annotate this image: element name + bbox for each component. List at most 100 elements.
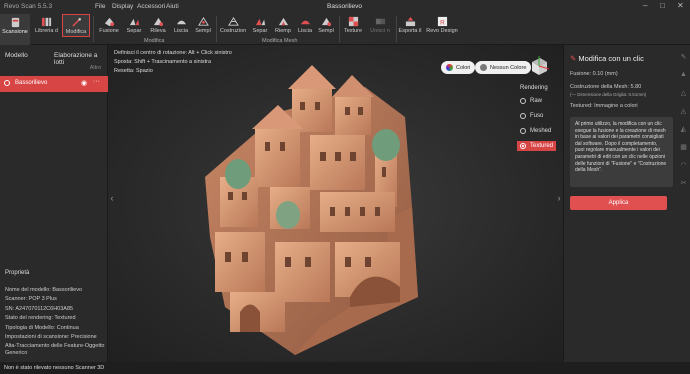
castle-model-render[interactable] [200,57,450,362]
group-label-modifica-mesh: Modifica Mesh [262,38,298,44]
3d-viewport[interactable]: Definisci il centro di rotazione: Alt + … [108,45,563,362]
maximize-icon[interactable]: □ [660,1,665,10]
fill-icon [278,17,288,26]
fusion-button[interactable]: Fusione [97,14,121,37]
simplify-label: Sempl [195,28,211,34]
simplify-button[interactable]: Sempl [193,14,213,37]
hint-reset: Resetta: Spazio [114,68,153,74]
status-text: Non è stato rilevato nessuno Scanner 3D [4,365,105,371]
separate-mesh-icon [255,18,265,26]
separate-label: Separ [126,28,142,34]
grid-size-value: (— Dimensione della Griglia: 0.51mm) [570,92,647,97]
revo-design-button[interactable]: R Revo Design [426,14,458,37]
one-click-title: ✎ Modifica con un clic [570,54,644,63]
app-name: Revo Scan 5.5.3 [4,3,53,10]
smooth-button[interactable]: Liscia [171,14,191,37]
one-click-edit-icon[interactable]: ✎ [677,53,690,66]
separate-mesh-label: Separ [252,28,268,34]
close-icon[interactable]: ✕ [677,1,684,10]
hint-rotation: Definisci il centro di rotazione: Alt + … [114,50,232,56]
collapse-left-icon[interactable]: ‹ [108,193,116,207]
smooth-side-icon[interactable]: ◠ [677,161,690,174]
build-mesh-label: Costruzion [219,28,247,34]
simplify-mesh-button[interactable]: Sempl [316,14,336,37]
merge-label: Unisci n [370,28,390,34]
separator [216,16,217,42]
radio-selected-icon [520,143,526,149]
detect-label: Rileva [150,28,166,34]
fusion-side-icon[interactable]: ▲ [677,71,690,84]
minimize-icon[interactable]: – [643,1,647,10]
smooth-mesh-icon [300,20,310,25]
render-option-meshed[interactable]: Meshed [520,126,556,136]
view-cube-icon[interactable] [528,55,550,77]
simplify-side-icon[interactable]: ◬ [677,107,690,120]
detect-button[interactable]: Rileva [147,14,169,37]
textured-value: Textured: Immagine a colori [570,103,638,109]
menu-aiuti[interactable]: Aiuti [166,3,179,10]
gray-sphere-icon [480,64,487,71]
svg-text:R: R [440,19,445,26]
render-option-label: Textured [530,143,554,149]
edit-button[interactable]: Modifica [62,14,90,37]
eye-icon[interactable]: ◉ [81,79,87,87]
smooth-icon [176,20,186,25]
radio-icon [520,113,526,119]
render-option-fused[interactable]: Fuso [520,111,556,121]
model-row[interactable]: Bassorilievo ◉ ··· [0,76,108,92]
tab-scansione[interactable]: Scansione [0,14,30,45]
fusion-label: Fusione [99,28,119,34]
batch-tab[interactable]: Elaborazione a lotti [54,52,107,66]
property-row: Nome del modello: Bassorilievo [5,286,83,293]
menu-display[interactable]: Display [112,3,133,10]
property-row: Scanner: POP 3 Plus [5,296,57,302]
fusion-value: Fusione: 0.10 (mm) [570,71,618,77]
separate-button[interactable]: Separ [123,14,145,37]
ribbon-toolbar: Libreria d Modifica Fusione Separ Rileva… [0,14,690,45]
right-panel: ✎ Modifica con un clic Fusione: 0.10 (mm… [563,45,690,362]
simplify-icon [197,16,209,26]
info-box: Al primo utilizzo, la modifica con un cl… [570,117,673,187]
merge-button[interactable]: Unisci n [367,14,393,37]
build-mesh-button[interactable]: Costruzion [219,14,247,37]
apply-button[interactable]: Applica [570,196,667,210]
other-label[interactable]: Altro [90,65,101,71]
mesh-icon [227,16,239,26]
cut-side-icon[interactable]: ✂ [677,179,690,192]
texture-button[interactable]: Texture [342,14,364,37]
smooth-mesh-button[interactable]: Liscia [295,14,315,37]
separator [396,16,397,42]
separate-icon [129,18,139,26]
render-option-raw[interactable]: Raw [520,96,556,106]
texture-side-icon[interactable]: ▦ [677,143,690,156]
no-colors-toggle[interactable]: Nessun Colore [475,61,532,74]
document-title: Bassorilievo [327,3,363,10]
collapse-right-icon[interactable]: › [555,193,563,207]
menu-file[interactable]: File [95,3,105,10]
export-button[interactable]: Esporta il [398,14,422,37]
property-row: Tipologia di Modello: Continua [5,324,79,331]
fill-button[interactable]: Riemp [272,14,294,37]
property-row: Impostazioni di scansione: Precisione [5,334,97,340]
render-option-textured[interactable]: Textured [517,141,557,151]
mesh-side-icon[interactable]: △ [677,89,690,102]
export-label: Esporta il [398,28,422,34]
model-tab[interactable]: Modello [5,52,28,59]
magic-wand-icon: ✎ [570,54,577,63]
simplify-mesh-label: Sempl [318,28,334,34]
radio-icon [520,128,526,134]
one-click-title-text: Modifica con un clic [578,54,644,63]
texture-icon [348,16,358,27]
status-bar: Non è stato rilevato nessuno Scanner 3D [0,362,690,374]
separate-mesh-button[interactable]: Separ [249,14,271,37]
group-label-modifica: Modifica [144,38,165,44]
menu-accessori[interactable]: Accessori [137,3,165,10]
library-button[interactable]: Libreria d [33,14,60,37]
fill-side-icon[interactable]: ◭ [677,125,690,138]
render-option-label: Raw [530,98,543,104]
more-icon[interactable]: ··· [93,78,100,85]
render-option-label: Meshed [530,128,552,134]
smooth-label: Liscia [173,28,189,34]
library-icon [41,17,52,27]
title-bar: Revo Scan 5.5.3 File Display Accessori A… [0,0,690,14]
